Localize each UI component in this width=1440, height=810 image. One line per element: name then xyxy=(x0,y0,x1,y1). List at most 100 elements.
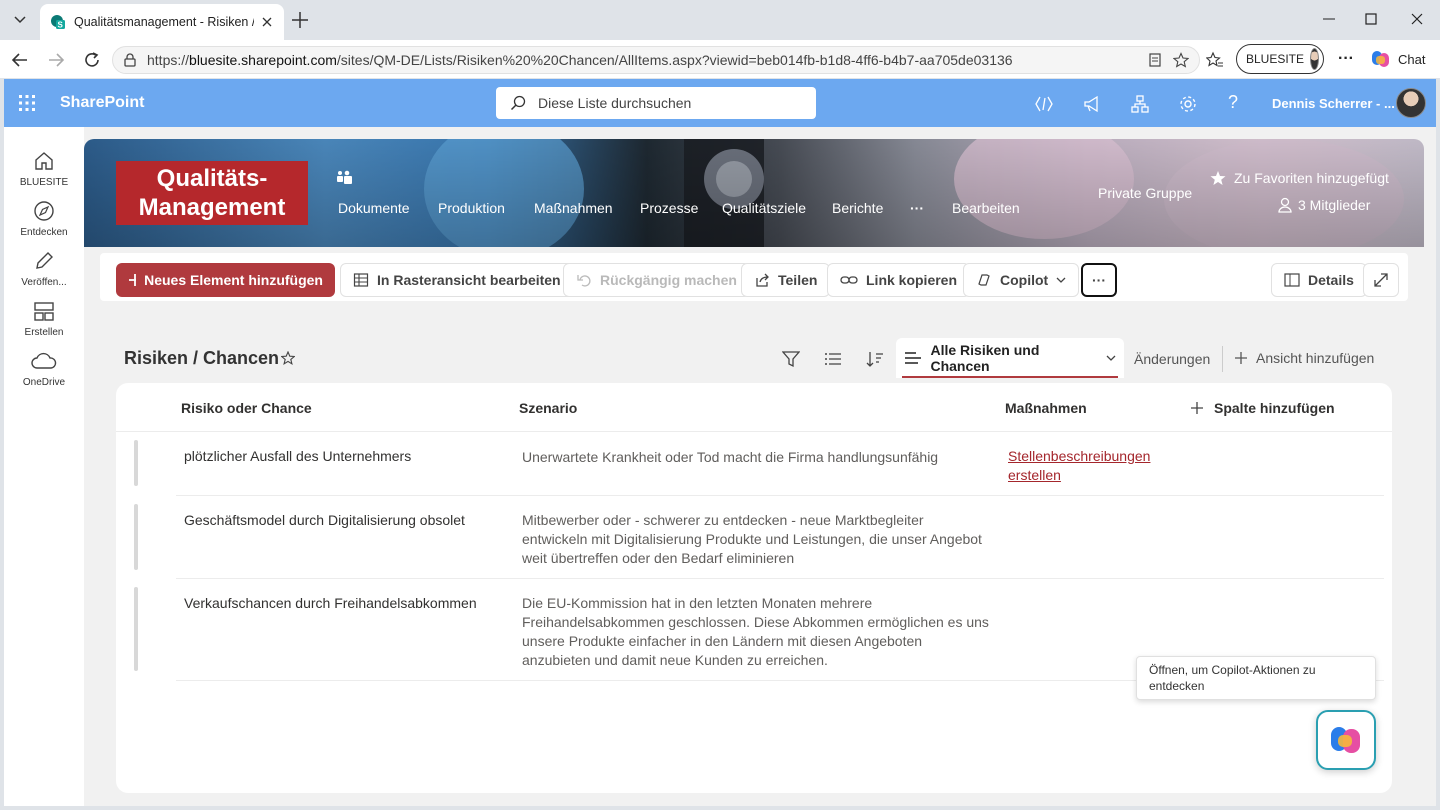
minimize-button[interactable] xyxy=(1322,12,1336,26)
column-header-measures[interactable]: Maßnahmen xyxy=(1005,400,1087,416)
reload-button[interactable] xyxy=(82,50,102,70)
copilot-icon xyxy=(1372,51,1389,67)
favorites-button[interactable] xyxy=(1206,51,1224,69)
sort-icon xyxy=(866,352,883,367)
link-icon xyxy=(840,276,858,284)
avatar[interactable] xyxy=(1396,88,1426,118)
column-header-risk[interactable]: Risiko oder Chance xyxy=(181,400,312,416)
cloud-icon xyxy=(31,352,57,369)
plus-icon xyxy=(292,12,308,28)
view-selector-tab[interactable]: Alle Risiken und Chancen xyxy=(896,338,1124,378)
sharepoint-favicon-icon: S xyxy=(51,15,65,30)
browser-tab[interactable]: S Qualitätsmanagement - Risiken / Chance… xyxy=(40,4,284,40)
settings-button[interactable] xyxy=(1178,94,1198,114)
rail-item-veroeffentlichen[interactable]: Veröffen... xyxy=(4,250,84,288)
table-cell-scenario: Unerwartete Krankheit oder Tod macht die… xyxy=(522,449,939,465)
reader-view-icon[interactable] xyxy=(1147,52,1163,68)
search-placeholder: Diese Liste durchsuchen xyxy=(538,95,692,111)
new-tab-button[interactable] xyxy=(290,10,310,30)
rail-item-onedrive[interactable]: OneDrive xyxy=(4,350,84,388)
nav-produktion[interactable]: Produktion xyxy=(438,200,505,216)
list-title: Risiken / Chancen xyxy=(124,348,280,368)
app-name[interactable]: SharePoint xyxy=(60,94,144,112)
maximize-icon xyxy=(1365,13,1377,25)
nav-more[interactable]: ··· xyxy=(910,200,924,216)
favorite-label: Zu Favoriten hinzugefügt xyxy=(1234,170,1389,186)
forward-button[interactable] xyxy=(46,50,66,70)
new-item-button[interactable]: Neues Element hinzufügen xyxy=(116,263,335,297)
compass-icon xyxy=(34,201,54,221)
app-launcher-button[interactable] xyxy=(18,94,36,112)
copilot-menu-button[interactable]: Copilot xyxy=(963,263,1080,297)
copilot-fab-button[interactable] xyxy=(1316,710,1376,770)
table-cell-title[interactable]: Geschäftsmodel durch Digitalisierung obs… xyxy=(184,512,465,528)
favorite-button[interactable]: Zu Favoriten hinzugefügt xyxy=(1210,170,1389,186)
sort-button[interactable] xyxy=(866,350,884,368)
view-changes[interactable]: Änderungen xyxy=(1134,351,1210,367)
person-icon xyxy=(1278,197,1292,213)
copilot-chat-button[interactable]: Chat xyxy=(1370,48,1425,70)
rail-item-bluesite[interactable]: BLUESITE xyxy=(4,150,84,188)
undo-button[interactable]: Rückgängig machen xyxy=(563,263,750,297)
org-button[interactable] xyxy=(1130,94,1150,114)
rail-item-entdecken[interactable]: Entdecken xyxy=(4,200,84,238)
row-divider xyxy=(176,578,1384,579)
gear-icon xyxy=(1180,96,1196,112)
help-icon[interactable]: ? xyxy=(1228,92,1238,113)
close-icon[interactable] xyxy=(262,17,272,27)
filter-button[interactable] xyxy=(782,350,800,368)
grid-edit-button[interactable]: In Rasteransicht bearbeiten xyxy=(340,263,574,297)
waffle-icon xyxy=(19,95,35,111)
active-view-underline xyxy=(902,376,1118,378)
maximize-button[interactable] xyxy=(1364,12,1378,26)
share-icon xyxy=(756,273,769,287)
copy-link-button[interactable]: Link kopieren xyxy=(827,263,971,297)
nav-prozesse[interactable]: Prozesse xyxy=(640,200,698,216)
back-button[interactable] xyxy=(10,50,30,70)
rail-item-erstellen[interactable]: Erstellen xyxy=(4,300,84,338)
announcements-button[interactable] xyxy=(1082,94,1102,114)
site-logo[interactable]: Qualitäts- Management xyxy=(116,161,308,225)
table-cell-measures-link[interactable]: Stellenbeschreibungen erstellen xyxy=(1008,447,1178,485)
list-search-input[interactable]: Diese Liste durchsuchen xyxy=(496,87,816,119)
user-name[interactable]: Dennis Scherrer - ... xyxy=(1272,96,1395,111)
row-selection-bar[interactable] xyxy=(134,587,138,671)
table-cell-title[interactable]: Verkaufschancen durch Freihandelsabkomme… xyxy=(184,595,477,611)
share-button[interactable]: Teilen xyxy=(741,263,831,297)
nav-qualitaetsziele[interactable]: Qualitätsziele xyxy=(722,200,806,216)
fullscreen-button[interactable] xyxy=(1363,263,1399,297)
nav-berichte[interactable]: Berichte xyxy=(832,200,883,216)
more-commands-button[interactable]: ··· xyxy=(1081,263,1117,297)
row-selection-bar[interactable] xyxy=(134,440,138,486)
teams-icon[interactable] xyxy=(336,170,354,186)
star-icon[interactable] xyxy=(1173,52,1189,68)
rail-label: BLUESITE xyxy=(19,177,69,188)
favorite-list-button[interactable] xyxy=(281,351,295,365)
arrow-right-icon xyxy=(49,53,65,67)
group-by-button[interactable] xyxy=(824,350,842,368)
details-button[interactable]: Details xyxy=(1271,263,1367,297)
table-cell-title[interactable]: plötzlicher Ausfall des Unternehmers xyxy=(184,448,411,464)
members-button[interactable]: 3 Mitglieder xyxy=(1278,197,1370,213)
row-selection-bar[interactable] xyxy=(134,504,138,570)
favorites-icon xyxy=(1206,51,1223,67)
table-cell-scenario: Mitbewerber oder - schwerer zu entdecken… xyxy=(522,512,982,566)
nav-dokumente[interactable]: Dokumente xyxy=(338,200,410,216)
dev-tools-button[interactable] xyxy=(1034,94,1054,114)
column-header-scenario[interactable]: Szenario xyxy=(519,400,577,416)
url-field[interactable]: https://bluesite.sharepoint.com/sites/QM… xyxy=(112,46,1200,74)
row-divider xyxy=(176,495,1384,496)
chevron-down-icon xyxy=(1106,355,1116,361)
list-table xyxy=(116,383,1392,793)
browser-profile-button[interactable]: BLUESITE xyxy=(1236,44,1324,74)
details-pane-icon xyxy=(1284,273,1300,287)
nav-bearbeiten[interactable]: Bearbeiten xyxy=(952,200,1020,216)
undo-label: Rückgängig machen xyxy=(600,272,737,288)
copy-link-label: Link kopieren xyxy=(866,272,958,288)
tab-list-button[interactable] xyxy=(8,8,32,32)
nav-massnahmen[interactable]: Maßnahmen xyxy=(534,200,613,216)
browser-menu-icon[interactable]: ··· xyxy=(1338,50,1354,68)
window-close-button[interactable] xyxy=(1410,12,1424,26)
add-view-button[interactable]: Ansicht hinzufügen xyxy=(1234,350,1374,366)
add-column-button[interactable]: Spalte hinzufügen xyxy=(1190,400,1335,416)
